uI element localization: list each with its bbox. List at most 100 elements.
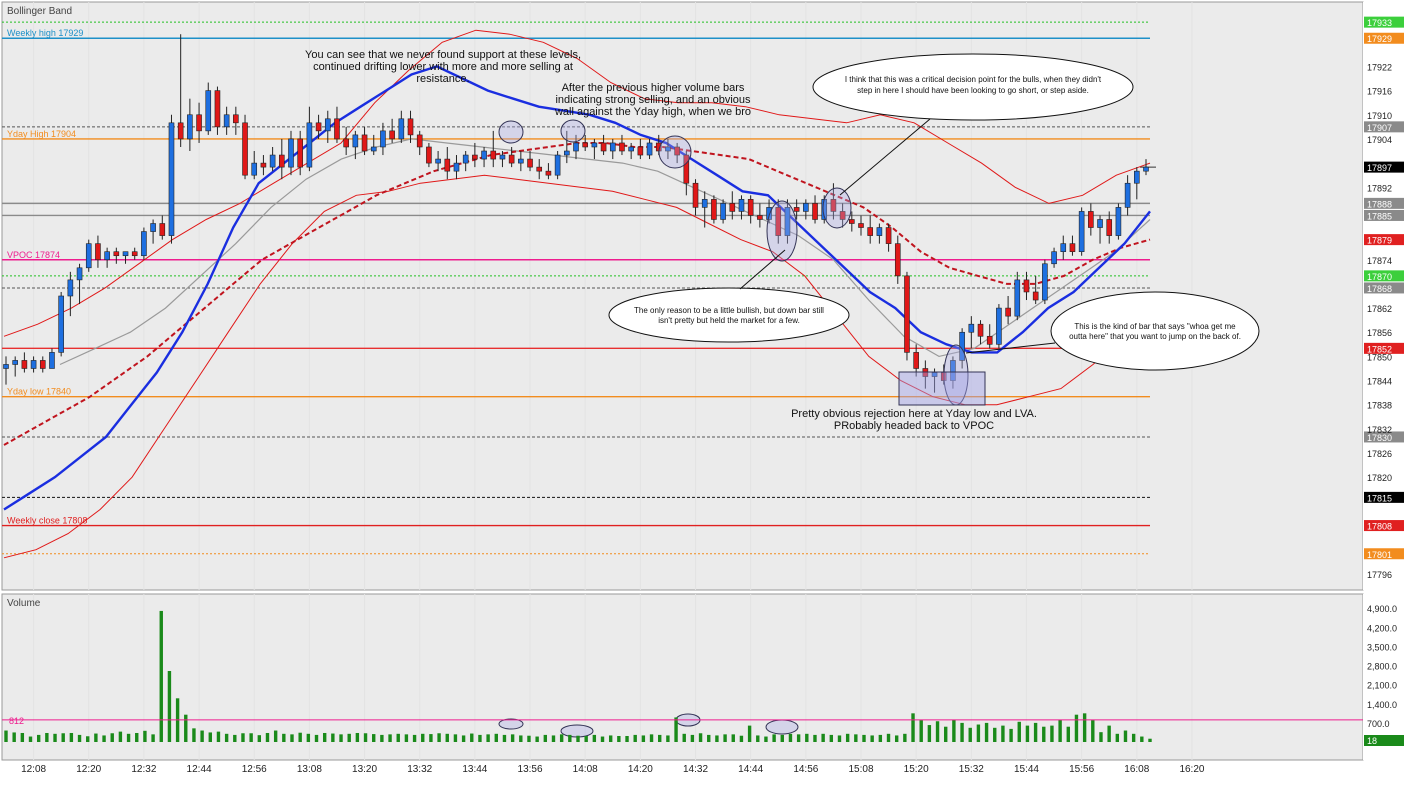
y-tick-label: 17922 xyxy=(1367,62,1392,72)
volume-tick-label: 4,900.0 xyxy=(1367,604,1397,614)
candle-body xyxy=(1097,219,1103,228)
volume-bar xyxy=(1123,730,1128,742)
volume-bar xyxy=(510,734,515,742)
x-tick-label: 14:32 xyxy=(683,764,708,775)
candle-body xyxy=(288,138,294,168)
volume-bar xyxy=(1009,728,1013,742)
volume-bar xyxy=(862,734,866,742)
candle-body xyxy=(747,199,754,216)
volume-bar xyxy=(216,731,221,742)
volume-bar xyxy=(1066,726,1070,742)
candle-body xyxy=(646,142,653,156)
candle-body xyxy=(324,118,331,132)
price-badge-label: 17888 xyxy=(1367,199,1392,209)
level-label: Yday High 17904 xyxy=(7,129,76,139)
candle-body xyxy=(499,154,506,160)
volume-bar xyxy=(135,732,139,742)
volume-bar xyxy=(1140,736,1144,742)
volume-bar xyxy=(568,734,572,742)
candle-body xyxy=(986,335,993,345)
volume-bar xyxy=(28,736,33,742)
candle-body xyxy=(490,150,497,160)
y-tick-label: 17820 xyxy=(1367,473,1392,483)
volume-bar xyxy=(1001,725,1005,742)
candle-body xyxy=(628,146,634,152)
candle-body xyxy=(343,138,349,148)
candle-body xyxy=(159,223,166,236)
price-badge-label: 17801 xyxy=(1367,550,1392,560)
volume-bar xyxy=(453,734,458,742)
volume-bar xyxy=(429,734,433,742)
volume-bar xyxy=(339,734,343,742)
volume-bar xyxy=(559,734,564,742)
volume-bar xyxy=(625,735,629,742)
volume-bar xyxy=(870,735,874,742)
highlight-circle xyxy=(658,135,692,169)
candle-body xyxy=(352,134,359,148)
volume-bar xyxy=(976,724,981,742)
volume-bar xyxy=(470,733,474,742)
volume-bar xyxy=(502,734,507,742)
candle-body xyxy=(1069,243,1076,252)
volume-bar xyxy=(388,734,392,742)
candle-body xyxy=(701,199,708,208)
volume-bar xyxy=(12,732,16,742)
x-tick-label: 12:44 xyxy=(187,764,212,775)
highlight-circle xyxy=(560,119,586,143)
volume-bar xyxy=(821,733,825,742)
price-badge-label: 17885 xyxy=(1367,211,1392,221)
volume-bar xyxy=(1107,725,1111,742)
volume-panel xyxy=(1,593,1364,761)
candle-body xyxy=(1014,279,1021,317)
candle-body xyxy=(729,203,736,212)
volume-highlight xyxy=(560,724,594,738)
candle-body xyxy=(481,150,487,160)
candle-body xyxy=(968,323,975,333)
candle-body xyxy=(554,154,561,176)
volume-badge-label: 18 xyxy=(1367,736,1377,746)
volume-highlight xyxy=(765,719,799,735)
volume-bar xyxy=(600,736,605,742)
volume-bar xyxy=(372,734,376,742)
candle-body xyxy=(876,227,883,236)
x-tick-label: 12:56 xyxy=(242,764,267,775)
volume-bar xyxy=(780,734,784,742)
volume-bar xyxy=(1091,720,1095,742)
volume-bar xyxy=(1148,738,1152,742)
candle-body xyxy=(518,158,524,164)
candle-body xyxy=(692,182,699,208)
candle-body xyxy=(858,223,864,228)
annotation-text: I think that this was a critical decisio… xyxy=(845,75,1102,84)
candle-body xyxy=(977,323,984,337)
volume-tick-label: 3,500.0 xyxy=(1367,642,1397,652)
candle-body xyxy=(426,146,432,164)
candle-body xyxy=(564,150,570,156)
volume-bar xyxy=(805,733,809,742)
candle-body xyxy=(380,130,386,148)
candle-body xyxy=(196,114,202,132)
candle-body xyxy=(1115,207,1122,236)
volume-bar xyxy=(45,732,49,742)
candle-body xyxy=(361,134,368,152)
volume-bar xyxy=(396,733,400,742)
y-tick-label: 17874 xyxy=(1367,256,1392,266)
annotation-text: step in here I should have been looking … xyxy=(857,86,1089,95)
volume-bar xyxy=(412,734,417,742)
candle-body xyxy=(141,231,147,257)
current-price-label: 17897 xyxy=(1367,163,1392,173)
candle-body xyxy=(894,243,901,277)
candle-body xyxy=(793,207,800,212)
annotation-text: You can see that we never found support … xyxy=(305,49,581,61)
volume-bar xyxy=(143,730,147,742)
candle-body xyxy=(76,267,83,281)
volume-bar xyxy=(167,671,172,742)
volume-bar xyxy=(878,734,883,742)
candle-body xyxy=(582,142,588,148)
volume-level-label: 812 xyxy=(9,716,24,726)
price-badge-label: 17907 xyxy=(1367,123,1392,133)
volume-bar xyxy=(184,714,188,742)
y-tick-label: 17844 xyxy=(1367,377,1392,387)
y-tick-label: 17904 xyxy=(1367,135,1392,145)
volume-bar xyxy=(208,732,212,742)
candle-body xyxy=(573,142,579,152)
